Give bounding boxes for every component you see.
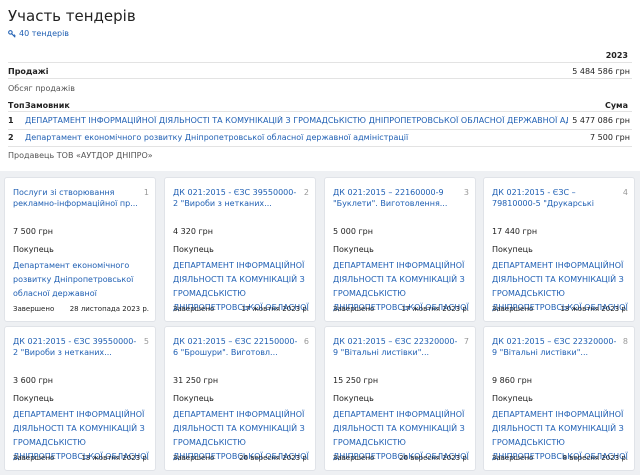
- tender-count-link[interactable]: 40 тендерів: [8, 29, 69, 38]
- tender-price: 15 250 грн: [333, 376, 379, 385]
- divider: [8, 129, 632, 130]
- tender-date: 13 жовтня 2023 р.: [81, 454, 149, 462]
- table-row: 2 Департамент економічного розвитку Дніп…: [8, 133, 630, 142]
- page-title: Участь тендерів: [8, 7, 136, 25]
- tender-card: ДК 021:2015 - ЄЗС – 79810000-5 "Друкарсь…: [483, 177, 635, 322]
- tender-status: Завершено: [333, 305, 375, 313]
- card-number: 3: [463, 188, 469, 197]
- tender-status: Завершено: [173, 305, 215, 313]
- tender-price: 3 600 грн: [13, 376, 53, 385]
- tender-card: ДК 021:2015 - ЄЗС 39550000-2 "Вироби з н…: [164, 177, 316, 322]
- tender-role: Покупець: [13, 245, 54, 254]
- header-sum: Сума: [604, 101, 628, 110]
- tender-price: 4 320 грн: [173, 227, 213, 236]
- tender-price: 9 860 грн: [492, 376, 532, 385]
- tender-count-text: 40 тендерів: [19, 29, 70, 38]
- tender-status: Завершено: [173, 454, 215, 462]
- tender-date: 8 вересня 2023 р.: [562, 454, 628, 462]
- tender-title-link[interactable]: ДК 021:2015 - ЄЗС 39550000-2 "Вироби з н…: [173, 187, 301, 209]
- tender-card: ДК 021:2015 - ЄЗС 39550000-2 "Вироби з н…: [4, 326, 156, 471]
- sales-label: Продажі: [8, 67, 49, 76]
- row-sum: 7 500 грн: [590, 133, 630, 142]
- card-number: 2: [303, 188, 309, 197]
- tender-status: Завершено: [13, 454, 55, 462]
- customer-link[interactable]: ДЕПАРТАМЕНТ ІНФОРМАЦІЙНОЇ ДІЯЛЬНОСТІ ТА …: [25, 116, 568, 125]
- tender-price: 31 250 грн: [173, 376, 219, 385]
- sales-value: 5 484 586 грн: [572, 67, 630, 76]
- key-icon: [8, 29, 16, 38]
- tender-title-link[interactable]: ДК 021:2015 – ЄЗС 22320000-9 "Вітальні л…: [333, 336, 461, 358]
- tender-card: Послуги зі створювання рекламно-інформац…: [4, 177, 156, 322]
- tender-status: Завершено: [333, 454, 375, 462]
- tender-title-link[interactable]: ДК 021:2015 - ЄЗС 39550000-2 "Вироби з н…: [13, 336, 141, 358]
- tender-card: ДК 021:2015 – ЄЗС 22150000-6 "Брошури". …: [164, 326, 316, 471]
- tender-date: 13 жовтня 2023 р.: [560, 305, 628, 313]
- tender-cards-grid: Послуги зі створювання рекламно-інформац…: [0, 171, 640, 475]
- buyer-link[interactable]: Департамент економічного розвитку Дніпро…: [13, 259, 151, 301]
- divider: [8, 62, 632, 63]
- divider: [8, 146, 632, 147]
- tender-title-link[interactable]: Послуги зі створювання рекламно-інформац…: [13, 187, 141, 209]
- volume-label: Обсяг продажів: [8, 84, 75, 93]
- tender-date: 17 жовтня 2023 р.: [401, 305, 469, 313]
- tender-date: 28 листопада 2023 р.: [69, 305, 149, 313]
- tender-price: 17 440 грн: [492, 227, 538, 236]
- row-rank: 1: [8, 116, 14, 125]
- tender-role: Покупець: [333, 245, 374, 254]
- tender-date: 26 вересня 2023 р.: [399, 454, 469, 462]
- tender-role: Покупець: [13, 394, 54, 403]
- tender-title-link[interactable]: ДК 021:2015 - ЄЗС – 79810000-5 "Друкарсь…: [492, 187, 620, 209]
- tender-price: 7 500 грн: [13, 227, 53, 236]
- card-number: 7: [463, 337, 469, 346]
- customer-link[interactable]: Департамент економічного розвитку Дніпро…: [25, 133, 568, 142]
- card-number: 6: [303, 337, 309, 346]
- header-customer: Замовник: [25, 101, 70, 110]
- row-sum: 5 477 086 грн: [572, 116, 630, 125]
- divider: [8, 78, 632, 79]
- tender-card: ДК 021:2015 – ЄЗС 22320000-9 "Вітальні л…: [483, 326, 635, 471]
- tender-role: Покупець: [173, 394, 214, 403]
- tender-status: Завершено: [492, 454, 534, 462]
- row-rank: 2: [8, 133, 14, 142]
- tender-card: ДК 021:2015 – 22160000-9 "Буклети". Виго…: [324, 177, 476, 322]
- tender-card: ДК 021:2015 – ЄЗС 22320000-9 "Вітальні л…: [324, 326, 476, 471]
- tender-date: 26 вересня 2023 р.: [239, 454, 309, 462]
- tender-status: Завершено: [13, 305, 55, 313]
- tender-role: Покупець: [333, 394, 374, 403]
- tender-title-link[interactable]: ДК 021:2015 – 22160000-9 "Буклети". Виго…: [333, 187, 461, 209]
- card-number: 1: [143, 188, 149, 197]
- tender-title-link[interactable]: ДК 021:2015 – ЄЗС 22150000-6 "Брошури". …: [173, 336, 301, 358]
- divider: [8, 111, 632, 112]
- tender-role: Покупець: [173, 245, 214, 254]
- card-number: 4: [622, 188, 628, 197]
- tender-status: Завершено: [492, 305, 534, 313]
- card-number: 5: [143, 337, 149, 346]
- tender-role: Покупець: [492, 245, 533, 254]
- tender-price: 5 000 грн: [333, 227, 373, 236]
- seller-label: Продавець ТОВ «АУТДОР ДНІПРО»: [8, 151, 153, 160]
- tender-role: Покупець: [492, 394, 533, 403]
- tender-title-link[interactable]: ДК 021:2015 – ЄЗС 22320000-9 "Вітальні л…: [492, 336, 620, 358]
- table-row: 1 ДЕПАРТАМЕНТ ІНФОРМАЦІЙНОЇ ДІЯЛЬНОСТІ Т…: [8, 116, 630, 125]
- year-header: 2023: [605, 51, 628, 60]
- header-top: Топ: [8, 101, 25, 110]
- card-number: 8: [622, 337, 628, 346]
- tender-date: 17 жовтня 2023 р.: [241, 305, 309, 313]
